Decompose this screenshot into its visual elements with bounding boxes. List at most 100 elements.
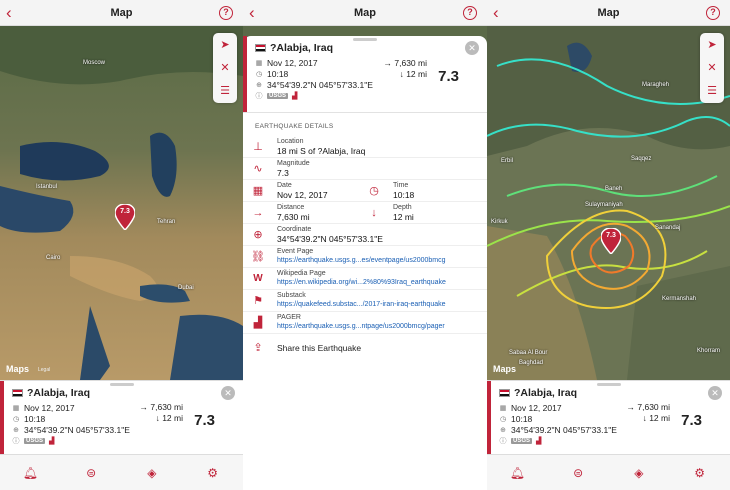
source-row: ⓘ USGS ▟ <box>255 90 481 101</box>
expand-icon[interactable]: ✕ <box>707 62 716 74</box>
source-row: ⓘ USGS ▟ <box>499 435 724 446</box>
accent-bar <box>0 381 4 454</box>
screen-map-zoomed: ‹ Map ? Erbil Saqqez Kirkuk Sulaymaniyah… <box>487 0 730 490</box>
quake-magnitude: 7.3 <box>194 412 215 429</box>
iraq-flag-icon <box>12 389 23 397</box>
nav-title: Map <box>110 6 133 19</box>
location-value: 18 mi S of ?Alabja, Iraq <box>277 146 366 156</box>
close-button[interactable]: ✕ <box>465 41 479 55</box>
city-label: Kermanshah <box>662 296 697 302</box>
help-button[interactable]: ? <box>706 6 720 20</box>
clock-icon: ◷ <box>499 415 507 423</box>
city-label: Sanandaj <box>655 225 681 231</box>
legal-link[interactable]: Legal <box>38 367 50 373</box>
substack-row[interactable]: ⚑ Substack https://quakefeed.substac.../2… <box>243 290 487 312</box>
depth-label: Depth <box>393 204 412 211</box>
event-page-link[interactable]: https://earthquake.usgs.g...es/eventpage… <box>277 257 446 264</box>
info-icon: ⓘ <box>255 92 263 100</box>
arrow-right-icon: → <box>252 207 264 219</box>
iraq-flag-icon <box>255 44 266 52</box>
city-label: Baghdad <box>519 360 544 366</box>
info-icon: ⓘ <box>499 437 507 445</box>
wikipedia-row[interactable]: W Wikipedia Page https://en.wikipedia.org… <box>243 268 487 290</box>
list-circle-icon[interactable]: ⊜ <box>79 466 103 480</box>
screen-map-overview: ‹ Map ? Moscow Istanbul Tehran Cairo Dub… <box>0 0 243 490</box>
quake-depth: ↓ 12 mi <box>399 69 427 79</box>
magnitude-label: Magnitude <box>277 160 310 167</box>
city-label: Dubai <box>178 285 194 291</box>
location-label: Location <box>277 138 304 145</box>
pin-magnitude: 7.3 <box>606 232 616 239</box>
satellite-map-zoomed[interactable]: Erbil Saqqez Kirkuk Sulaymaniyah Sananda… <box>487 26 730 380</box>
back-button[interactable]: ‹ <box>493 3 499 23</box>
close-button[interactable]: ✕ <box>708 386 722 400</box>
pin-magnitude: 7.3 <box>120 208 130 215</box>
depth-value: 12 mi <box>393 212 414 222</box>
iraq-flag-icon <box>499 389 510 397</box>
pager-link[interactable]: https://earthquake.usgs.g...ntpage/us200… <box>277 323 445 330</box>
quake-time: 10:18 <box>511 413 533 424</box>
wikipedia-link[interactable]: https://en.wikipedia.org/wi...2%80%93Ira… <box>277 279 446 286</box>
layers-icon[interactable]: ◈ <box>140 466 164 480</box>
quake-time: 10:18 <box>24 413 46 424</box>
bell-icon[interactable]: 🔔︎ <box>18 466 42 480</box>
time-label: Time <box>393 182 409 189</box>
quake-summary-card[interactable]: ✕ ?Alabja, Iraq ▦ Nov 12, 2017 ◷ 10:18 ⊕ 34… <box>487 380 730 454</box>
satellite-map[interactable]: Moscow Istanbul Tehran Cairo Dubai 7.3 M… <box>0 26 243 380</box>
pager-row[interactable]: ▟ PAGER https://earthquake.usgs.g...ntpag… <box>243 312 487 334</box>
quake-summary-card[interactable]: ✕ ?Alabja, Iraq ▦ Nov 12, 2017 ◷ 10:18 ⊕ 34… <box>0 380 243 454</box>
expand-icon[interactable]: ✕ <box>220 62 229 74</box>
epicenter-icon: ⊥ <box>253 141 263 153</box>
nav-bar: ‹ Map ? <box>487 0 730 26</box>
city-label: Saqqez <box>631 156 652 162</box>
quake-summary: ✕ ?Alabja, Iraq ▦ Nov 12, 2017 ◷ 10:18 ⊕ 34… <box>243 36 487 112</box>
share-button[interactable]: ⇪ Share this Earthquake <box>243 334 487 357</box>
coordinate-row[interactable]: ⊕ Coordinate 34°54'39.2"N 045°57'33.1"E <box>243 224 487 246</box>
gear-icon[interactable]: ⚙ <box>201 466 225 480</box>
location-arrow-icon[interactable]: ➤ <box>220 39 229 51</box>
substack-link[interactable]: https://quakefeed.substac.../2017-iran-i… <box>277 301 446 308</box>
bar-chart-icon: ▟ <box>253 317 263 329</box>
crosshair-icon: ⊕ <box>253 229 263 241</box>
coordinate-value: 34°54'39.2"N 045°57'33.1"E <box>277 234 383 244</box>
quake-date: Nov 12, 2017 <box>267 57 318 68</box>
nav-title: Map <box>597 6 620 19</box>
list-icon[interactable]: ☰ <box>220 85 230 97</box>
pager-icon: ▟ <box>292 92 298 100</box>
quake-title: ?Alabja, Iraq <box>12 387 237 399</box>
date-row: ▦ Nov 12, 2017 <box>255 57 481 68</box>
earthquake-pin[interactable]: 7.3 <box>601 228 621 254</box>
close-button[interactable]: ✕ <box>221 386 235 400</box>
list-icon[interactable]: ☰ <box>707 85 717 97</box>
help-button[interactable]: ? <box>463 6 477 20</box>
seismograph-icon: ∿ <box>253 163 263 175</box>
quake-time: 10:18 <box>267 68 289 79</box>
help-button[interactable]: ? <box>219 6 233 20</box>
city-label: Baneh <box>605 186 623 192</box>
tab-bar: 🔔︎ ⊜ ◈ ⚙ <box>487 454 730 490</box>
earthquake-pin[interactable]: 7.3 <box>115 204 135 230</box>
crosshair-icon: ⊕ <box>256 81 262 89</box>
clock-icon: ◷ <box>369 185 379 197</box>
city-label: Kirkuk <box>491 219 508 225</box>
quake-date: Nov 12, 2017 <box>511 402 562 413</box>
event-page-row[interactable]: ⛓ Event Page https://earthquake.usgs.g...… <box>243 246 487 268</box>
gear-icon[interactable]: ⚙ <box>688 466 712 480</box>
bell-icon[interactable]: 🔔︎ <box>505 466 529 480</box>
date-value: Nov 12, 2017 <box>277 190 328 200</box>
calendar-icon: ▦ <box>252 185 264 197</box>
location-arrow-icon[interactable]: ➤ <box>707 39 716 51</box>
coordinate-label: Coordinate <box>277 226 312 233</box>
city-label: Moscow <box>83 60 106 66</box>
layers-icon[interactable]: ◈ <box>627 466 651 480</box>
back-button[interactable]: ‹ <box>249 3 255 23</box>
back-button[interactable]: ‹ <box>6 3 12 23</box>
list-circle-icon[interactable]: ⊜ <box>566 466 590 480</box>
sheet-grabber[interactable] <box>596 383 621 386</box>
magnitude-value: 7.3 <box>277 168 289 178</box>
section-title: EARTHQUAKE DETAILS <box>243 112 487 136</box>
details-sheet[interactable]: ✕ ?Alabja, Iraq ▦ Nov 12, 2017 ◷ 10:18 ⊕ 34… <box>243 36 487 490</box>
substack-label: Substack <box>277 292 306 299</box>
sheet-grabber[interactable] <box>109 383 134 386</box>
quake-coordinate: 34°54'39.2"N 045°57'33.1"E <box>511 424 617 435</box>
